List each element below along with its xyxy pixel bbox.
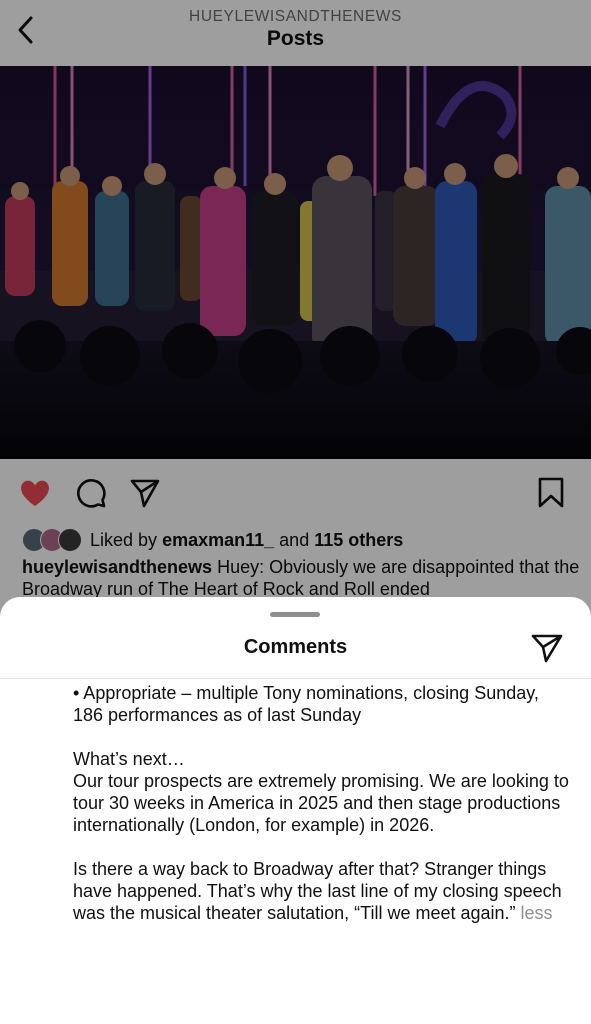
comments-sheet: Comments • Appropriate – multiple Tony n… [0,597,591,1024]
comment-icon [77,479,106,508]
divider [0,678,591,679]
less-link[interactable]: less [521,903,553,923]
liked-by-and: and [279,529,310,550]
paper-plane-icon [531,634,563,663]
drag-handle[interactable] [270,612,320,617]
share-button[interactable] [530,632,564,664]
post-photo[interactable] [0,66,591,459]
top-bar: HUEYLEWISANDTHENEWS Posts [0,0,591,66]
comment-paragraph: What’s next… [73,749,185,769]
liked-by-others[interactable]: 115 others [314,530,403,551]
likes-summary[interactable]: Liked by emaxman11_ and 115 others [22,527,403,553]
sheet-title: Comments [243,636,348,658]
account-username[interactable]: HUEYLEWISANDTHENEWS [0,8,591,26]
avatar [58,528,82,552]
comment-button[interactable] [74,476,108,510]
comment-paragraph-last: Is there a way back to Broadway after th… [73,858,573,924]
comment-body: • Appropriate – multiple Tony nomination… [73,682,573,924]
paper-plane-icon [130,479,160,508]
liked-by-prefix: Liked by [90,529,158,550]
share-button[interactable] [128,476,162,510]
post-action-bar [0,459,591,525]
comment-paragraph-text: Is there a way back to Broadway after th… [73,859,562,923]
like-button[interactable] [18,476,52,510]
save-button[interactable] [534,476,568,510]
page-title: Posts [266,27,325,50]
comment-paragraph: Our tour prospects are extremely promisi… [73,771,569,835]
liker-avatars [22,527,86,553]
post-caption: hueylewisandthenews Huey: Obviously we a… [22,556,582,600]
liked-by-user[interactable]: emaxman11_ [162,530,274,551]
heart-icon [21,480,49,506]
comment-paragraph: • Appropriate – multiple Tony nomination… [73,683,539,725]
bookmark-icon [538,477,564,508]
caption-username[interactable]: hueylewisandthenews [22,557,212,577]
